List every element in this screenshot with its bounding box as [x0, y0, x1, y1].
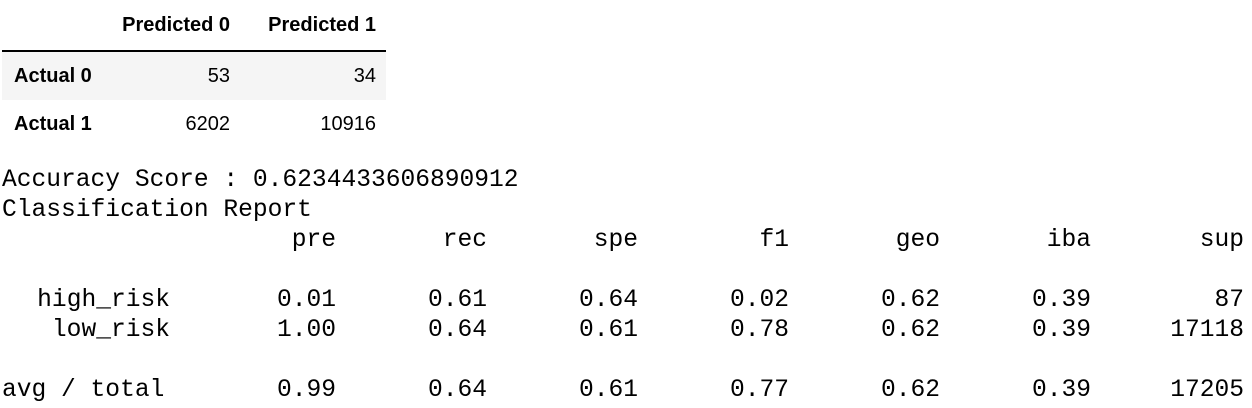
row-header-actual-0: Actual 0: [14, 64, 92, 87]
column-header-predicted-1: Predicted 1: [240, 0, 386, 52]
table-row: Actual 1 6202 10916: [2, 100, 386, 148]
report-title: Classification Report: [2, 197, 312, 224]
report-cell: 1.00: [276, 317, 336, 344]
report-total-cell: 0.77: [729, 377, 789, 404]
table-cell: 53: [207, 64, 230, 87]
column-header-predicted-0: Predicted 0: [116, 0, 240, 52]
report-cell: 17118: [1170, 317, 1244, 344]
table-cell: 34: [353, 64, 376, 87]
report-column-header: pre: [291, 227, 336, 254]
table-header-row: Predicted 0 Predicted 1: [2, 0, 386, 52]
report-total-cell: 0.64: [427, 377, 487, 404]
table-cell: 10916: [320, 112, 376, 135]
accuracy-score-line: Accuracy Score : 0.6234433606890912: [2, 167, 519, 194]
report-total-cell: 0.62: [880, 377, 940, 404]
report-column-header: f1: [759, 227, 789, 254]
report-total-cell: 17205: [1170, 377, 1244, 404]
report-column-header: geo: [895, 227, 940, 254]
report-cell: 0.61: [578, 317, 638, 344]
report-cell: 0.64: [427, 317, 487, 344]
table-row: Actual 0 53 34: [2, 51, 386, 100]
report-column-header: sup: [1199, 227, 1244, 254]
table-corner-cell: [2, 0, 116, 52]
report-row-label: high_risk: [37, 287, 170, 314]
report-cell: 0.39: [1031, 317, 1091, 344]
report-cell: 0.78: [729, 317, 789, 344]
report-cell: 0.02: [729, 287, 789, 314]
report-column-header: spe: [593, 227, 638, 254]
report-column-header: rec: [442, 227, 487, 254]
report-cell: 87: [1214, 287, 1244, 314]
report-total-cell: 0.61: [578, 377, 638, 404]
report-cell: 0.62: [880, 317, 940, 344]
report-cell: 0.62: [880, 287, 940, 314]
table-cell: 6202: [185, 112, 231, 135]
report-cell: 0.39: [1031, 287, 1091, 314]
report-total-cell: 0.39: [1031, 377, 1091, 404]
report-row-label: low_risk: [51, 317, 170, 344]
report-cell: 0.64: [578, 287, 638, 314]
report-total-cell: 0.99: [276, 377, 336, 404]
report-total-label: avg / total: [2, 377, 165, 404]
report-column-header: iba: [1046, 227, 1091, 254]
confusion-matrix-table: Predicted 0 Predicted 1 Actual 0 53 34 A…: [2, 0, 386, 148]
report-cell: 0.01: [276, 287, 336, 314]
row-header-actual-1: Actual 1: [14, 112, 92, 135]
report-cell: 0.61: [427, 287, 487, 314]
